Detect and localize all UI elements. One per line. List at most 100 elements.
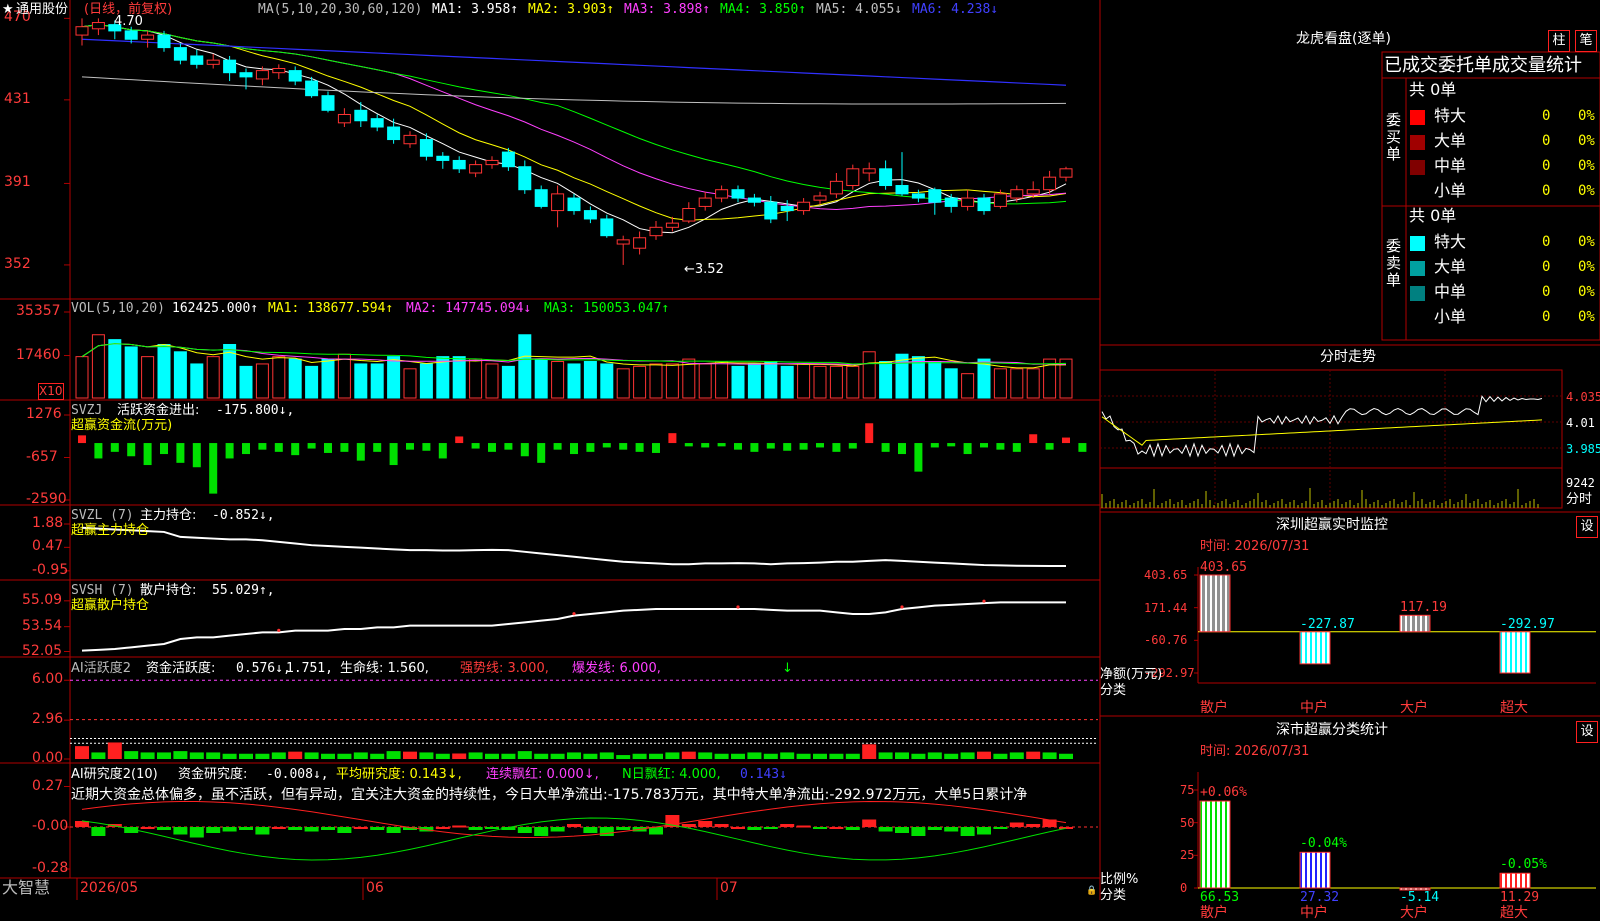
research-bar: [255, 827, 270, 835]
svsh-value: 55.029↑,: [212, 583, 275, 598]
indicator-y-label: 2.96: [32, 711, 64, 728]
order-swatch: [1410, 286, 1425, 301]
flow-bar: [947, 443, 956, 447]
bar-y-title: 比例%: [1100, 872, 1139, 887]
volume-bar: [567, 363, 581, 399]
settings-button[interactable]: 设: [1576, 721, 1598, 743]
volume-bar: [124, 346, 138, 399]
flow-bar: [783, 443, 792, 451]
candle-body: [469, 164, 483, 174]
flow-bar: [406, 443, 414, 450]
activity-bar: [763, 753, 778, 759]
activity-bar: [927, 752, 942, 759]
candle-body: [829, 180, 843, 195]
flow-bar: [717, 443, 726, 447]
category-bar: [1199, 800, 1231, 889]
research-bar: [321, 827, 335, 830]
candle-body: [764, 201, 778, 220]
lock-icon[interactable]: 🔒: [1086, 884, 1097, 899]
bar-y-label: 171.44: [1144, 600, 1188, 615]
candle-body: [124, 30, 138, 40]
indicator-y-label: -657: [26, 448, 58, 465]
research-value5: 0.143↓: [740, 767, 787, 782]
candle-body: [419, 139, 433, 157]
volume-bar: [764, 361, 778, 399]
research-bar: [878, 827, 893, 832]
activity-bar: [862, 744, 877, 759]
activity-bar: [1059, 753, 1073, 759]
flow-bar: [652, 443, 660, 453]
candle-body: [567, 197, 581, 212]
activity-bar: [140, 752, 155, 759]
activity-bar: [714, 753, 729, 759]
activity-bar: [255, 753, 270, 759]
svsh-label: 散户持仓:: [140, 583, 197, 598]
candle-body: [206, 59, 220, 65]
research-title: AI研究度2(10): [71, 767, 158, 782]
activity-bar: [583, 753, 598, 759]
retail-position-line: [81, 601, 1066, 652]
research-bar: [862, 819, 877, 827]
order-type-label: 小单: [1434, 307, 1467, 326]
bar-stripe: [1515, 631, 1517, 673]
research-bar: [517, 827, 532, 833]
activity-bar: [321, 753, 335, 759]
order-volume: 0: [1542, 108, 1551, 124]
candle-body: [272, 68, 286, 74]
candle-body: [1059, 168, 1073, 178]
research-bar: [681, 824, 696, 827]
vol-y-label: 17460: [16, 346, 61, 363]
research-bar: [189, 827, 204, 838]
flow-bar: [1029, 434, 1038, 444]
activity-bar: [288, 751, 303, 759]
indicator-y-label: 6.00: [32, 671, 64, 688]
ma-value: MA2: 3.903↑: [528, 2, 615, 17]
flow-bar: [389, 443, 398, 466]
category-bar: [1399, 614, 1431, 633]
intraday-avg-line: [1101, 416, 1543, 446]
x-axis-label: 07: [720, 880, 738, 896]
volume-bar: [1026, 368, 1040, 399]
bar-value-label: 27.32: [1300, 890, 1340, 905]
activity-bar: [222, 753, 237, 759]
vol-title: VOL(5,10,20): [71, 301, 165, 316]
indicator-y-label: 0.27: [32, 777, 64, 794]
ai2-value: 0.576↓,: [236, 661, 291, 676]
category-label: 超大: [1500, 700, 1528, 716]
intraday-vol-label: 9242: [1566, 476, 1595, 490]
svzj-title: SVZJ: [71, 403, 103, 418]
flow-bar: [78, 435, 86, 444]
signal-dot: [736, 605, 740, 609]
candle-body: [321, 95, 335, 111]
svzj-value: -175.800↓,: [216, 403, 295, 418]
bar-stripe: [1220, 801, 1222, 888]
favorite-star-icon[interactable]: ★: [2, 2, 14, 17]
order-type-label: 中单: [1434, 156, 1467, 175]
candle-body: [370, 118, 384, 128]
volume-bar: [321, 358, 335, 399]
research-bar: [485, 827, 499, 829]
intraday-price-label: 4.035: [1566, 390, 1600, 404]
bar-mode-button[interactable]: 柱: [1548, 30, 1570, 52]
volume-bar: [583, 361, 597, 399]
volume-bar: [993, 368, 1007, 399]
tick-mode-button[interactable]: 笔: [1575, 30, 1597, 52]
volume-bar: [649, 363, 663, 399]
stock-name[interactable]: 通用股份: [16, 2, 68, 17]
flow-bar: [816, 443, 824, 448]
candle-body: [173, 47, 187, 61]
research-bar: [698, 821, 713, 827]
bar-y-label: 0: [1180, 881, 1188, 895]
settings-button[interactable]: 设: [1576, 516, 1598, 538]
flow-bar: [520, 443, 529, 457]
flow-bar: [963, 443, 972, 455]
bar-stripe: [1425, 615, 1427, 632]
flow-bar: [1078, 443, 1087, 452]
flow-bar: [865, 423, 874, 444]
order-percent: 0%: [1578, 234, 1595, 250]
activity-bar: [960, 752, 975, 759]
research-bar: [239, 827, 253, 830]
burst-line-label: 爆发线: 6.000,: [572, 661, 661, 676]
volume-bar: [141, 356, 155, 399]
category-label: 大户: [1400, 700, 1428, 716]
